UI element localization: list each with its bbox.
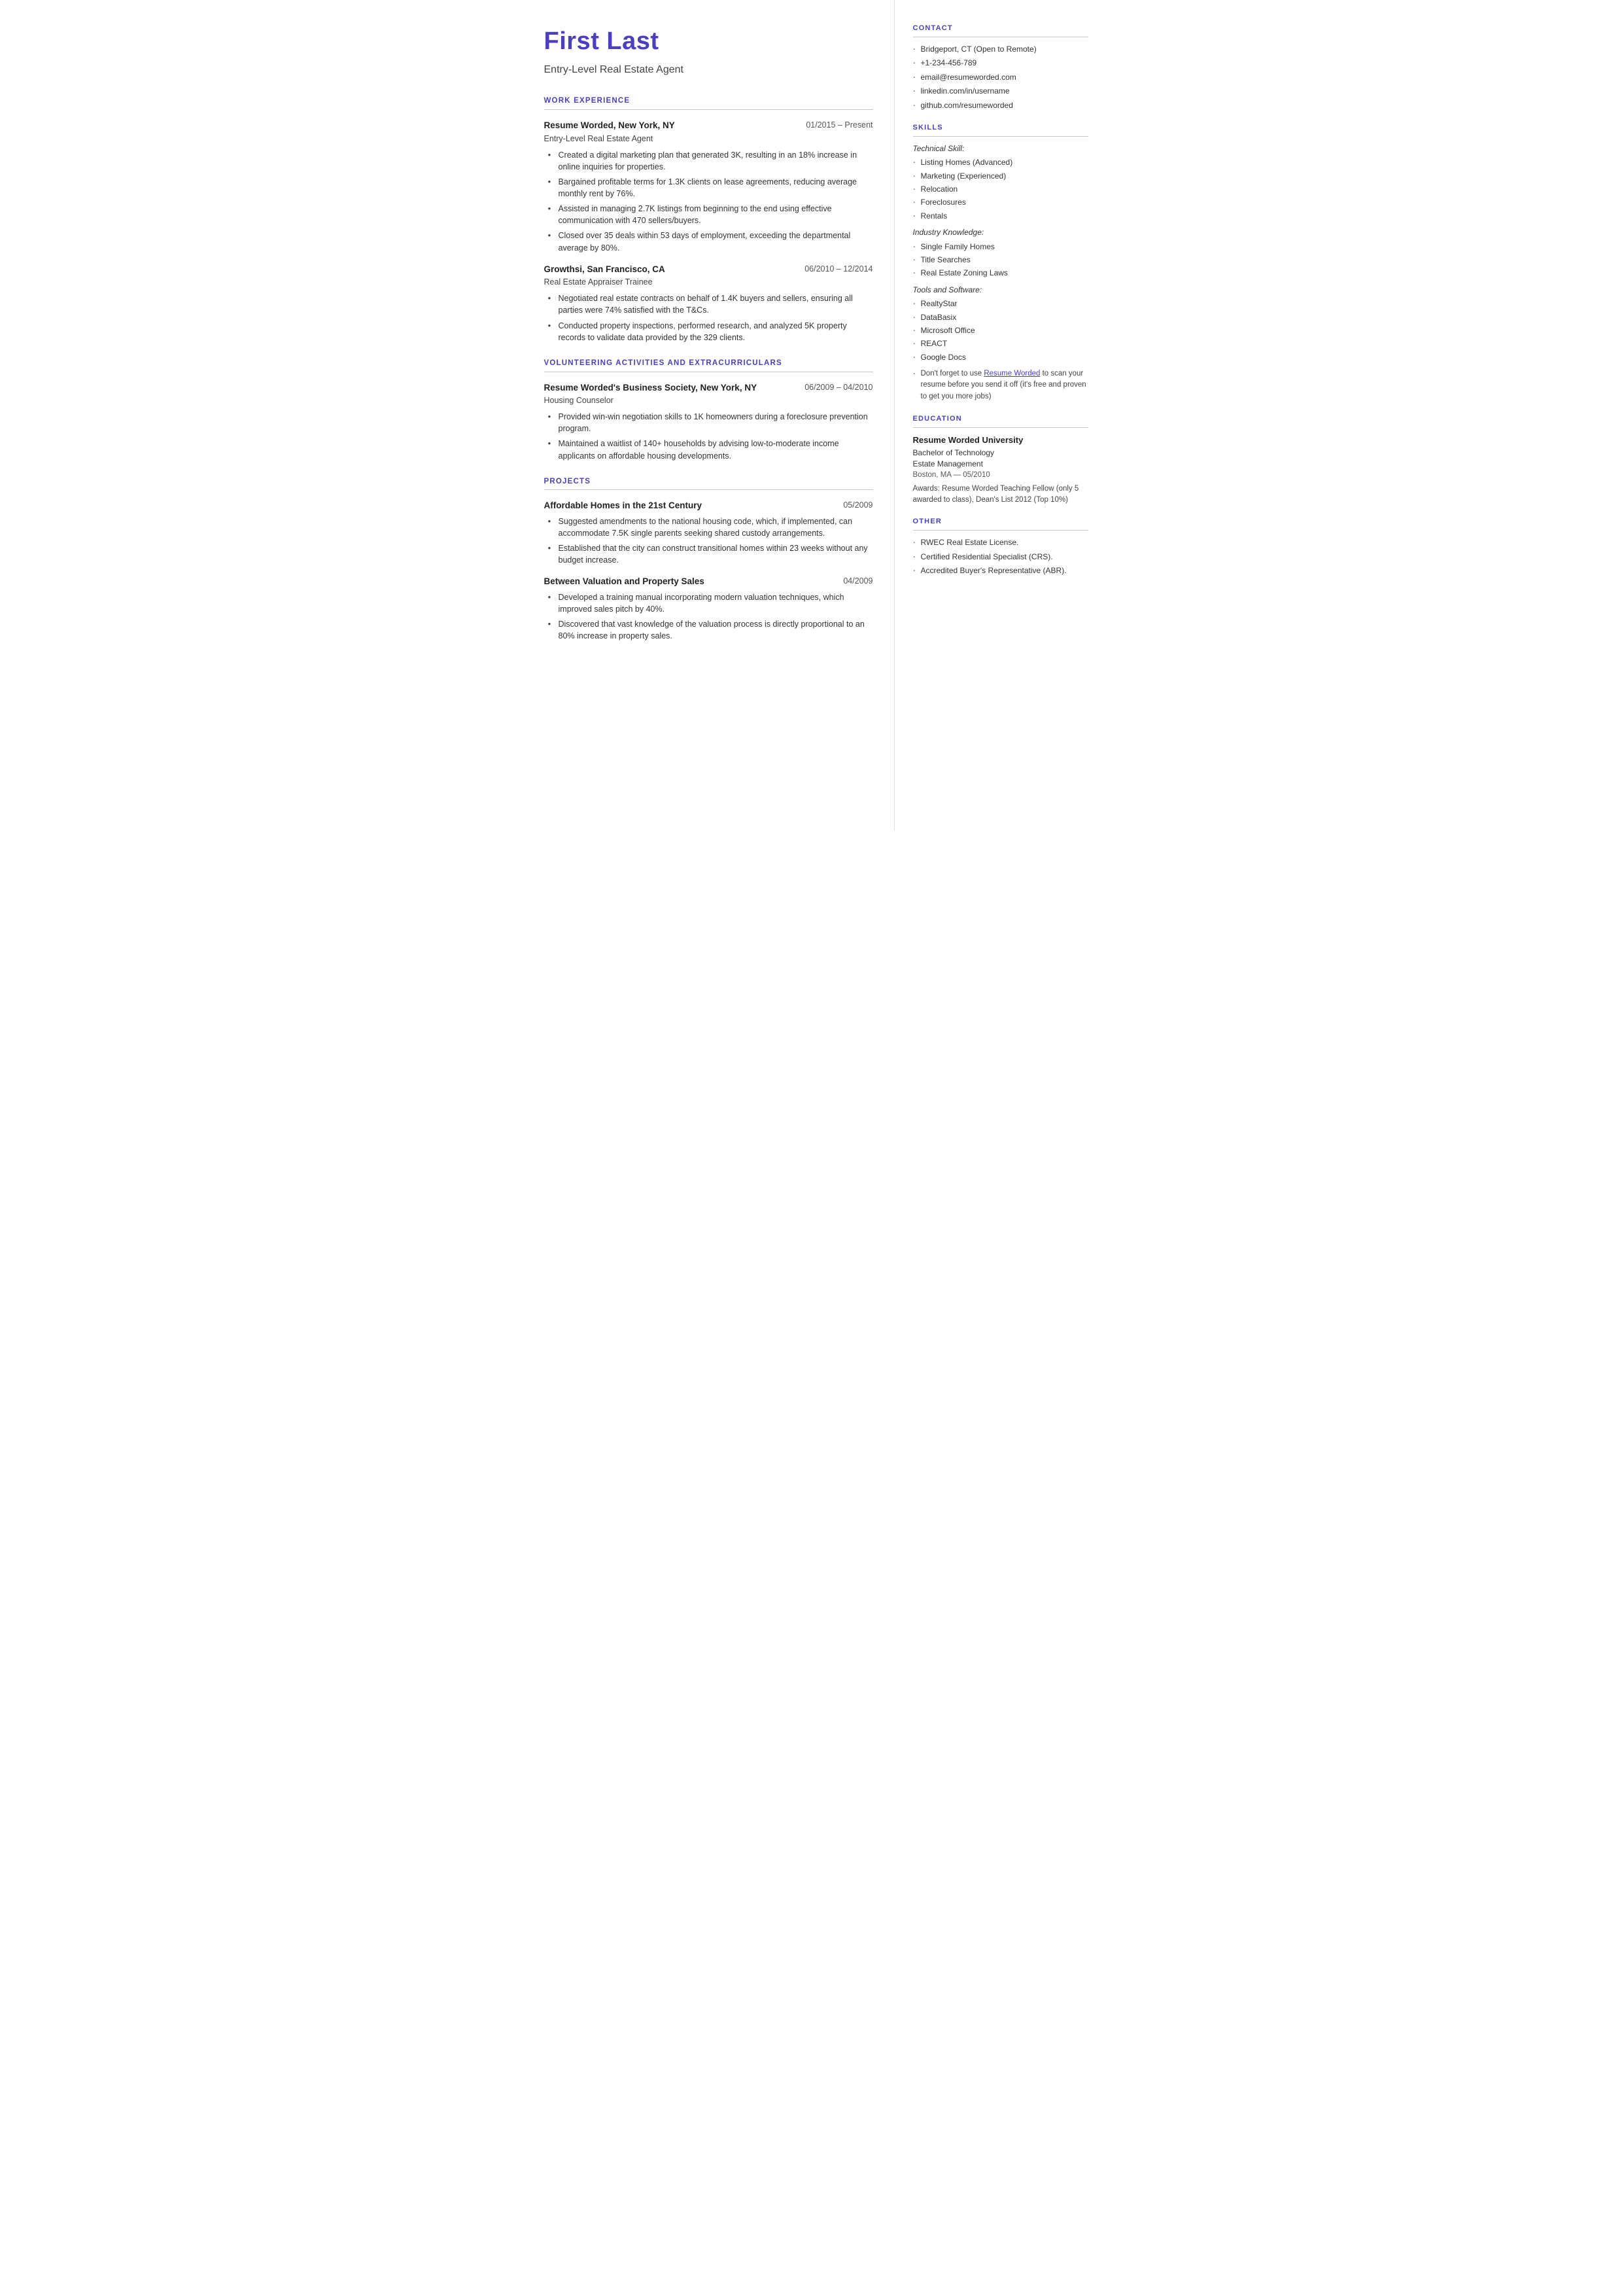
contact-github: github.com/resumeworded: [913, 100, 1088, 111]
technical-skill-label: Technical Skill:: [913, 143, 1088, 154]
project-1-bullets: Suggested amendments to the national hou…: [544, 516, 873, 567]
left-column: First Last Entry-Level Real Estate Agent…: [518, 0, 895, 831]
volunteer-1-bullet-2: Maintained a waitlist of 140+ households…: [548, 438, 873, 461]
job-2-bullets: Negotiated real estate contracts on beha…: [544, 292, 873, 343]
project-1-bullet-2: Established that the city can construct …: [548, 542, 873, 566]
contact-section-title: CONTACT: [913, 24, 1088, 37]
contact-list: Bridgeport, CT (Open to Remote) +1-234-4…: [913, 44, 1088, 111]
job-2-role: Real Estate Appraiser Trainee: [544, 276, 873, 288]
edu-awards: Awards: Resume Worded Teaching Fellow (o…: [913, 483, 1088, 505]
right-column: CONTACT Bridgeport, CT (Open to Remote) …: [895, 0, 1107, 831]
job-1-bullet-1: Created a digital marketing plan that ge…: [548, 149, 873, 173]
tool-realtystar: RealtyStar: [913, 298, 1088, 309]
resume-page: First Last Entry-Level Real Estate Agent…: [518, 0, 1107, 831]
other-rwec: RWEC Real Estate License.: [913, 537, 1088, 548]
volunteer-1-bullets: Provided win-win negotiation skills to 1…: [544, 411, 873, 462]
job-1-company: Resume Worded, New York, NY: [544, 119, 675, 132]
project-1-header: Affordable Homes in the 21st Century 05/…: [544, 499, 873, 512]
project-2-name: Between Valuation and Property Sales: [544, 575, 704, 588]
job-2-company: Growthsi, San Francisco, CA: [544, 263, 665, 276]
other-section-title: OTHER: [913, 517, 1088, 531]
volunteer-1-header: Resume Worded's Business Society, New Yo…: [544, 381, 873, 394]
project-2-bullet-2: Discovered that vast knowledge of the va…: [548, 618, 873, 642]
job-2: Growthsi, San Francisco, CA 06/2010 – 12…: [544, 263, 873, 343]
volunteer-1-company: Resume Worded's Business Society, New Yo…: [544, 381, 757, 394]
volunteer-1: Resume Worded's Business Society, New Yo…: [544, 381, 873, 462]
job-1: Resume Worded, New York, NY 01/2015 – Pr…: [544, 119, 873, 254]
projects-section-title: PROJECTS: [544, 476, 873, 491]
tool-react: REACT: [913, 338, 1088, 349]
project-1: Affordable Homes in the 21st Century 05/…: [544, 499, 873, 566]
skill-relocation: Relocation: [913, 184, 1088, 195]
job-2-bullet-1: Negotiated real estate contracts on beha…: [548, 292, 873, 316]
other-list: RWEC Real Estate License. Certified Resi…: [913, 537, 1088, 576]
job-2-header: Growthsi, San Francisco, CA 06/2010 – 12…: [544, 263, 873, 276]
industry-knowledge-label: Industry Knowledge:: [913, 227, 1088, 238]
education-section-title: EDUCATION: [913, 414, 1088, 428]
skill-title-searches: Title Searches: [913, 254, 1088, 266]
contact-location: Bridgeport, CT (Open to Remote): [913, 44, 1088, 55]
industry-skills-list: Single Family Homes Title Searches Real …: [913, 241, 1088, 279]
name-heading: First Last: [544, 24, 873, 60]
job-1-bullet-4: Closed over 35 deals within 53 days of e…: [548, 230, 873, 253]
volunteer-1-dates: 06/2009 – 04/2010: [804, 381, 872, 393]
skill-real-estate-zoning: Real Estate Zoning Laws: [913, 268, 1088, 279]
promo-link[interactable]: Resume Worded: [984, 370, 1040, 377]
job-1-header: Resume Worded, New York, NY 01/2015 – Pr…: [544, 119, 873, 132]
project-1-date: 05/2009: [843, 499, 872, 511]
tool-databasix: DataBasix: [913, 312, 1088, 323]
project-1-bullet-1: Suggested amendments to the national hou…: [548, 516, 873, 539]
job-1-bullet-2: Bargained profitable terms for 1.3K clie…: [548, 176, 873, 200]
edu-date: Boston, MA — 05/2010: [913, 470, 1088, 481]
edu-degree: Bachelor of Technology: [913, 447, 1088, 459]
work-experience-section-title: WORK EXPERIENCE: [544, 96, 873, 110]
volunteering-section-title: VOLUNTEERING ACTIVITIES AND EXTRACURRICU…: [544, 358, 873, 372]
other-abr: Accredited Buyer's Representative (ABR).: [913, 565, 1088, 576]
title-subtitle: Entry-Level Real Estate Agent: [544, 62, 873, 77]
job-2-dates: 06/2010 – 12/2014: [804, 263, 872, 275]
job-1-bullet-3: Assisted in managing 2.7K listings from …: [548, 203, 873, 226]
other-crs: Certified Residential Specialist (CRS).: [913, 552, 1088, 563]
job-1-bullets: Created a digital marketing plan that ge…: [544, 149, 873, 254]
volunteer-1-role: Housing Counselor: [544, 394, 873, 406]
volunteer-1-bullet-1: Provided win-win negotiation skills to 1…: [548, 411, 873, 434]
tool-microsoft-office: Microsoft Office: [913, 325, 1088, 336]
skill-listing-homes: Listing Homes (Advanced): [913, 157, 1088, 168]
skill-foreclosures: Foreclosures: [913, 197, 1088, 208]
contact-phone: +1-234-456-789: [913, 58, 1088, 69]
promo-text: Don't forget to use Resume Worded to sca…: [913, 368, 1088, 402]
skills-section-title: SKILLS: [913, 123, 1088, 137]
skill-marketing: Marketing (Experienced): [913, 171, 1088, 182]
edu-field: Estate Management: [913, 459, 1088, 470]
tools-software-label: Tools and Software:: [913, 285, 1088, 296]
project-2-bullet-1: Developed a training manual incorporatin…: [548, 591, 873, 615]
skill-single-family-homes: Single Family Homes: [913, 241, 1088, 253]
project-2-bullets: Developed a training manual incorporatin…: [544, 591, 873, 642]
job-1-role: Entry-Level Real Estate Agent: [544, 133, 873, 145]
tool-google-docs: Google Docs: [913, 352, 1088, 363]
project-2-header: Between Valuation and Property Sales 04/…: [544, 575, 873, 588]
tools-list: RealtyStar DataBasix Microsoft Office RE…: [913, 298, 1088, 363]
job-1-dates: 01/2015 – Present: [806, 119, 872, 131]
project-2: Between Valuation and Property Sales 04/…: [544, 575, 873, 642]
edu-school: Resume Worded University: [913, 434, 1088, 447]
job-2-bullet-2: Conducted property inspections, performe…: [548, 320, 873, 343]
project-1-name: Affordable Homes in the 21st Century: [544, 499, 702, 512]
contact-email: email@resumeworded.com: [913, 72, 1088, 83]
contact-linkedin: linkedin.com/in/username: [913, 86, 1088, 97]
skill-rentals: Rentals: [913, 211, 1088, 222]
technical-skills-list: Listing Homes (Advanced) Marketing (Expe…: [913, 157, 1088, 222]
project-2-date: 04/2009: [843, 575, 872, 587]
